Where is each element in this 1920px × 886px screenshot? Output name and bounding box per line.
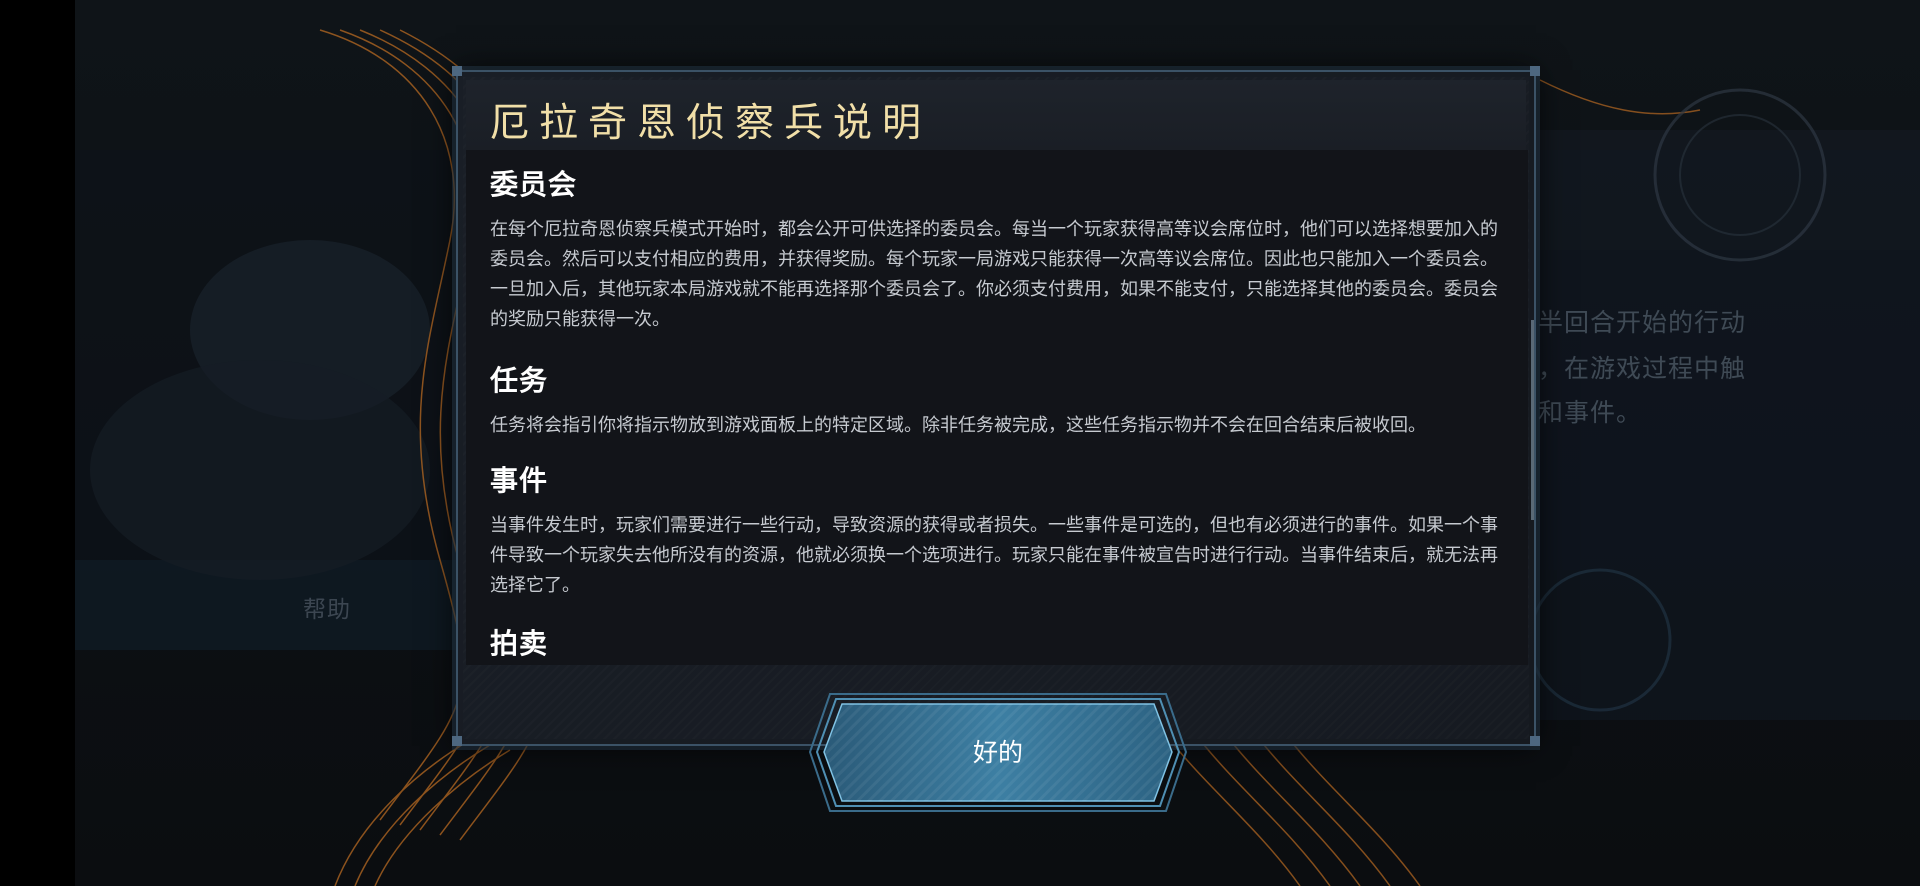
content-scrollbar[interactable] (1531, 320, 1534, 520)
background-text-line: ，在游戏过程中触 (1538, 354, 1747, 383)
frame-corner (1530, 736, 1540, 746)
section-body: 在每个厄拉奇恩侦察兵模式开始时，都会公开可供选择的委员会。每当一个玩家获得高等议… (490, 219, 1498, 330)
game-screen: 帮助 半回合开始的行动 ，在游戏过程中触 和事件。 厄拉奇恩侦察兵说明 委员会 … (0, 0, 1920, 886)
ok-button[interactable] (808, 690, 1188, 815)
section-heading: 任务 (490, 364, 549, 397)
dialog-title: 厄拉奇恩侦察兵说明 (490, 101, 932, 146)
section-heading: 事件 (490, 464, 549, 497)
frame-corner (1530, 66, 1540, 76)
background-text-line: 和事件。 (1538, 398, 1643, 427)
section-body: 当事件发生时，玩家们需要进行一些行动，导致资源的获得或者损失。一些事件是可选的，… (490, 515, 1498, 596)
background-text-line: 半回合开始的行动 (1538, 308, 1747, 337)
frame-corner (452, 66, 462, 76)
section-heading: 拍卖 (490, 627, 549, 660)
section-event: 事件 当事件发生时，玩家们需要进行一些行动，导致资源的获得或者损失。一些事件是可… (490, 459, 1510, 601)
section-task: 任务 任务将会指引你将指示物放到游戏面板上的特定区域。除非任务被完成，这些任务指… (490, 359, 1510, 441)
section-heading: 委员会 (490, 168, 578, 201)
section-auction: 拍卖 (490, 622, 1510, 662)
ok-button-wrap: 好的 (808, 690, 1188, 815)
section-body: 任务将会指引你将指示物放到游戏面板上的特定区域。除非任务被完成，这些任务指示物并… (490, 415, 1426, 436)
background-help-label: 帮助 (303, 597, 351, 623)
frame-corner (452, 736, 462, 746)
section-committee: 委员会 在每个厄拉奇恩侦察兵模式开始时，都会公开可供选择的委员会。每当一个玩家获… (490, 163, 1510, 335)
